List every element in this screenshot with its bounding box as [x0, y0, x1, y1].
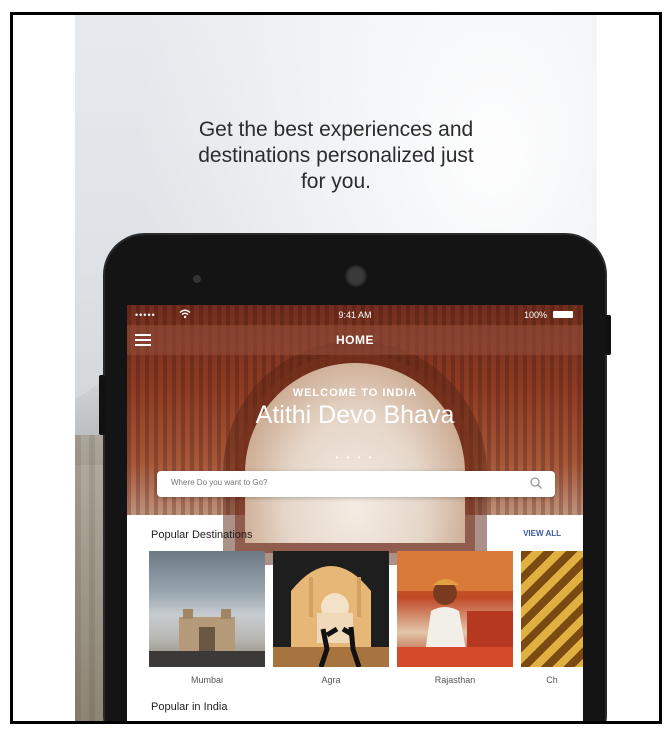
popular-india-card-1[interactable]: [149, 723, 267, 724]
battery-icon: [553, 311, 573, 318]
phone-sensor: [193, 275, 201, 283]
rajasthan-image: [397, 551, 513, 667]
headline-line-3: for you.: [300, 170, 372, 193]
agra-taj-image: [273, 566, 389, 668]
destination-card-mumbai[interactable]: [149, 551, 265, 667]
destination-card-agra[interactable]: [273, 551, 389, 668]
destination-card-ch[interactable]: [521, 551, 583, 667]
navbar-title: HOME: [336, 333, 374, 347]
destination-label-agra: Agra: [321, 675, 341, 685]
popular-india-card-3[interactable]: [401, 723, 519, 724]
search-placeholder: Where Do you want to Go?: [171, 478, 268, 487]
destination-label-rajasthan: Rajasthan: [434, 675, 476, 685]
phone-mockup: ••••• 9:41 AM 100% HOME WELCOME TO INDIA…: [99, 235, 611, 724]
headline-line-2: destinations personalized just: [198, 144, 474, 167]
popular-destinations-title: Popular Destinations: [151, 529, 253, 541]
popular-india-card-4[interactable]: [527, 723, 583, 724]
hero-tagline: Atithi Devo Bhava: [255, 401, 455, 429]
hero-welcome-text: WELCOME TO INDIA: [292, 387, 418, 399]
status-time: 9:41 AM: [338, 310, 372, 320]
popular-in-india-title: Popular in India: [151, 701, 228, 713]
view-all-link[interactable]: VIEW ALL: [523, 529, 561, 538]
app-navbar: HOME: [127, 325, 583, 355]
app-screen: ••••• 9:41 AM 100% HOME WELCOME TO INDIA…: [127, 305, 583, 724]
carousel-dots[interactable]: • • • •: [127, 453, 583, 462]
status-bar: ••••• 9:41 AM 100%: [127, 305, 583, 325]
destination-label-mumbai: Mumbai: [190, 675, 223, 685]
destination-label-ch: Ch: [546, 675, 558, 685]
popular-india-card-2[interactable]: [275, 723, 393, 724]
search-icon[interactable]: [529, 476, 543, 490]
screenshot-frame: Get the best experiences and destination…: [10, 12, 662, 724]
battery-percent: 100%: [523, 310, 547, 320]
headline-line-1: Get the best experiences and: [198, 118, 474, 141]
phone-camera: [345, 265, 367, 287]
destination-search-input[interactable]: Where Do you want to Go?: [157, 471, 555, 497]
phone-volume-button: [99, 375, 105, 435]
promo-headline: Get the best experiences and destination…: [75, 117, 597, 195]
phone-power-button: [605, 315, 611, 355]
mumbai-gateway-image: [149, 609, 265, 667]
destination-card-rajasthan[interactable]: [397, 551, 513, 667]
